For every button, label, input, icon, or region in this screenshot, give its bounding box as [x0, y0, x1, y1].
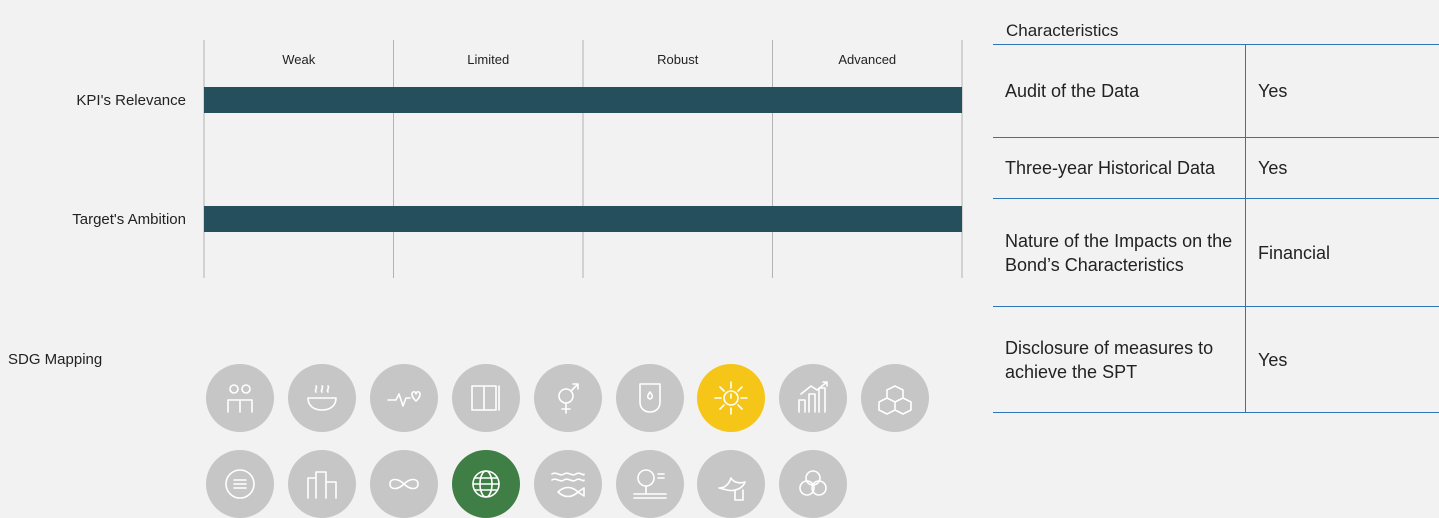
row-value: Yes	[1246, 45, 1439, 138]
assessment-bar	[204, 206, 962, 232]
life-on-land-icon	[616, 450, 684, 518]
clean-water-icon	[616, 364, 684, 432]
no-poverty-icon	[206, 364, 274, 432]
decent-work-icon	[779, 364, 847, 432]
reduced-inequalities-icon	[206, 450, 274, 518]
row-label: Nature of the Impacts on the Bond’s Char…	[993, 199, 1246, 307]
scale-label: Robust	[657, 52, 699, 67]
table-row: Audit of the Data Yes	[993, 45, 1439, 138]
table-row: Nature of the Impacts on the Bond’s Char…	[993, 199, 1439, 307]
sdg-mapping-label: SDG Mapping	[8, 351, 102, 368]
characteristics-title: Characteristics	[1006, 21, 1118, 41]
row-label: Audit of the Data	[993, 45, 1246, 138]
responsible-consumption-icon	[370, 450, 438, 518]
row-value: Yes	[1246, 307, 1439, 413]
scale-label: Limited	[467, 52, 509, 67]
scale-label: Advanced	[838, 52, 896, 67]
sustainable-cities-icon	[288, 450, 356, 518]
characteristics-table: Audit of the Data Yes Three-year Histori…	[993, 44, 1439, 413]
gender-equality-icon	[534, 364, 602, 432]
quality-education-icon	[452, 364, 520, 432]
peace-justice-icon	[697, 450, 765, 518]
row-value: Financial	[1246, 199, 1439, 307]
partnerships-icon	[779, 450, 847, 518]
scale-label: Weak	[282, 52, 315, 67]
zero-hunger-icon	[288, 364, 356, 432]
row-label: Disclosure of measures to achieve the SP…	[993, 307, 1246, 413]
assessment-bar	[204, 87, 962, 113]
climate-action-icon	[452, 450, 520, 518]
assessment-chart: Weak Limited Robust Advanced KPI's Relevance…	[0, 0, 970, 290]
category-label: KPI's Relevance	[76, 92, 186, 109]
row-value: Yes	[1246, 138, 1439, 199]
good-health-icon	[370, 364, 438, 432]
affordable-clean-energy-icon	[697, 364, 765, 432]
table-row: Disclosure of measures to achieve the SP…	[993, 307, 1439, 413]
table-row: Three-year Historical Data Yes	[993, 138, 1439, 199]
row-label: Three-year Historical Data	[993, 138, 1246, 199]
industry-innovation-icon	[861, 364, 929, 432]
category-label: Target's Ambition	[72, 211, 186, 228]
life-below-water-icon	[534, 450, 602, 518]
